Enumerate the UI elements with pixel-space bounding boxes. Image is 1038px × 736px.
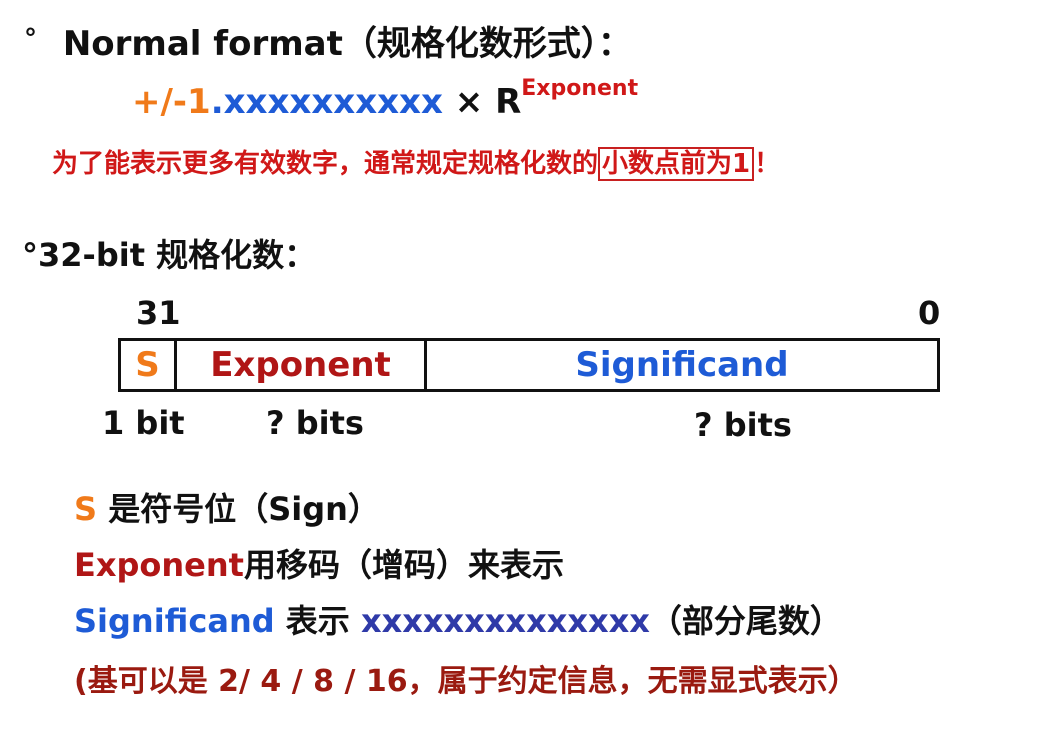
formula-times-radix: × R	[442, 82, 522, 122]
note-sign-text: 是符号位（Sign）	[97, 490, 380, 528]
note-significand-x: xxxxxxxxxxxxxx	[360, 602, 650, 640]
note-exponent-key: Exponent	[74, 546, 244, 584]
normal-format-heading: Normal format（规格化数形式）：	[62, 24, 632, 64]
size-sign: 1 bit	[102, 404, 185, 442]
bit-index-low: 0	[918, 294, 941, 332]
formula-mantissa: .xxxxxxxxxx	[210, 82, 443, 122]
bit-index-high: 31	[136, 294, 181, 332]
note-sign-key: S	[74, 490, 98, 528]
field-exponent: Exponent	[177, 341, 427, 389]
note-main-text: 为了能表示更多有效数字，通常规定规格化数的	[52, 149, 599, 179]
note-exponent-text: 用移码（增码）来表示	[243, 546, 564, 584]
formula: +/-1.xxxxxxxxxx × RExponent	[132, 76, 638, 122]
bit32-heading: °32-bit 规格化数：	[22, 236, 317, 274]
note-base: (基可以是 2/ 4 / 8 / 16，属于约定信息，无需显式表示）	[74, 664, 858, 699]
normalization-note: 为了能表示更多有效数字，通常规定规格化数的 小数点前为1！	[52, 143, 781, 181]
note-exclamation: ！	[754, 149, 781, 179]
note-significand-text2: （部分尾数）	[649, 602, 842, 640]
note-significand: Significand 表示 xxxxxxxxxxxxxx（部分尾数）	[74, 596, 842, 642]
field-significand: Significand	[575, 345, 789, 385]
note-sign: S 是符号位（Sign）	[74, 484, 380, 530]
size-significand: ? bits	[694, 406, 792, 444]
bit-layout-diagram: S Exponent Significand	[118, 338, 940, 392]
formula-sign-lead: +/-1	[132, 82, 211, 122]
note-significand-text: 表示	[274, 602, 361, 640]
note-highlight-box: 小数点前为1	[598, 147, 755, 181]
note-significand-key: Significand	[74, 602, 275, 640]
normal-format-line: ° Normal format（规格化数形式）：	[24, 16, 632, 65]
formula-exponent: Exponent	[521, 76, 639, 101]
field-sign: S	[121, 341, 177, 389]
note-exponent: Exponent用移码（增码）来表示	[74, 540, 564, 586]
bullet-mark: °	[24, 24, 37, 54]
size-exponent: ? bits	[266, 404, 364, 442]
